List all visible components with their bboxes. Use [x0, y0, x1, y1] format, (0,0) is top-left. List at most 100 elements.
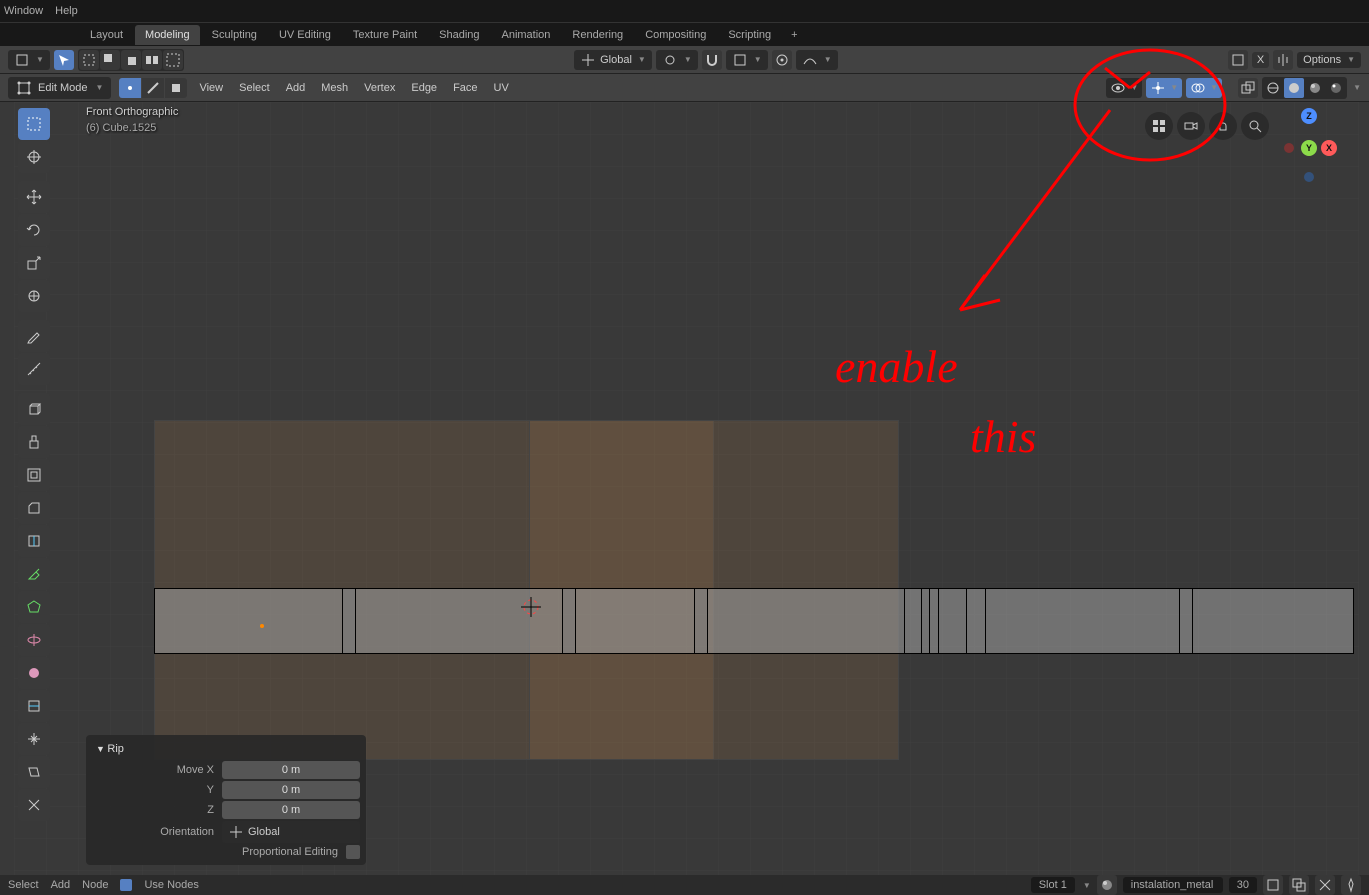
- menu-uv[interactable]: UV: [490, 80, 513, 96]
- menu-add[interactable]: Add: [282, 80, 310, 96]
- cursor-tool[interactable]: [18, 141, 50, 173]
- wireframe-shading[interactable]: [1263, 78, 1283, 98]
- material-name-field[interactable]: instalation_metal: [1123, 877, 1223, 893]
- operator-title[interactable]: Rip: [92, 739, 360, 759]
- operator-panel-rip[interactable]: Rip Move X0 m Y0 m Z0 m OrientationGloba…: [86, 735, 366, 865]
- menu-help[interactable]: Help: [55, 5, 78, 17]
- edge-select-mode[interactable]: [142, 78, 164, 98]
- tab-scripting[interactable]: Scripting: [718, 25, 781, 45]
- show-gizmo-toggle[interactable]: ▼: [1146, 78, 1182, 98]
- nav-gizmo[interactable]: Z Y X: [1279, 108, 1339, 178]
- mirror-icon[interactable]: [1273, 50, 1293, 70]
- menu-view[interactable]: View: [195, 80, 227, 96]
- axis-neg-z[interactable]: [1304, 172, 1314, 182]
- solid-shading[interactable]: [1284, 78, 1304, 98]
- knife-tool[interactable]: [18, 558, 50, 590]
- axis-z[interactable]: Z: [1301, 108, 1317, 124]
- tab-texture-paint[interactable]: Texture Paint: [343, 25, 427, 45]
- tab-animation[interactable]: Animation: [492, 25, 561, 45]
- rotate-tool[interactable]: [18, 214, 50, 246]
- frame-field[interactable]: 30: [1229, 877, 1257, 893]
- menu-mesh[interactable]: Mesh: [317, 80, 352, 96]
- select-invert-icon[interactable]: [142, 50, 162, 70]
- move-y-field[interactable]: 0 m: [222, 781, 360, 799]
- cursor-tool-icon[interactable]: [54, 50, 74, 70]
- show-overlays-toggle[interactable]: ▼: [1186, 78, 1222, 98]
- snap-toggle[interactable]: [702, 50, 722, 70]
- new-material-icon[interactable]: [1263, 875, 1283, 895]
- use-nodes-checkbox[interactable]: [120, 879, 132, 891]
- transform-tool[interactable]: [18, 280, 50, 312]
- extrude-tool[interactable]: [18, 426, 50, 458]
- status-select[interactable]: Select: [8, 879, 39, 891]
- scale-tool[interactable]: [18, 247, 50, 279]
- proportional-falloff-select[interactable]: ▼: [796, 50, 838, 70]
- select-intersect-icon[interactable]: [121, 50, 141, 70]
- prop-edit-checkbox[interactable]: [346, 845, 360, 859]
- rip-tool[interactable]: [18, 789, 50, 821]
- pan-view-icon[interactable]: [1209, 112, 1237, 140]
- tab-uv-editing[interactable]: UV Editing: [269, 25, 341, 45]
- bevel-tool[interactable]: [18, 492, 50, 524]
- spin-tool[interactable]: [18, 624, 50, 656]
- loopcut-tool[interactable]: [18, 525, 50, 557]
- tab-shading[interactable]: Shading: [429, 25, 489, 45]
- overlay-x-badge[interactable]: X: [1252, 52, 1269, 68]
- inset-tool[interactable]: [18, 459, 50, 491]
- axis-neg-x[interactable]: [1284, 143, 1294, 153]
- measure-tool[interactable]: [18, 353, 50, 385]
- face-select-mode[interactable]: [165, 78, 187, 98]
- move-x-field[interactable]: 0 m: [222, 761, 360, 779]
- slot-select[interactable]: Slot 1: [1031, 877, 1075, 893]
- mesh-filter-icon[interactable]: [1228, 50, 1248, 70]
- menu-window[interactable]: Window: [4, 5, 43, 17]
- move-z-field[interactable]: 0 m: [222, 801, 360, 819]
- add-cube-tool[interactable]: [18, 393, 50, 425]
- edgeslide-tool[interactable]: [18, 690, 50, 722]
- move-tool[interactable]: [18, 181, 50, 213]
- toggle-quadview-icon[interactable]: [1145, 112, 1173, 140]
- vertex-select-mode[interactable]: [119, 78, 141, 98]
- copy-material-icon[interactable]: [1289, 875, 1309, 895]
- shear-tool[interactable]: [18, 756, 50, 788]
- menu-face[interactable]: Face: [449, 80, 481, 96]
- orientation-select[interactable]: Global: [222, 821, 360, 843]
- tab-sculpting[interactable]: Sculpting: [202, 25, 267, 45]
- editor-type-select[interactable]: ▼: [8, 50, 50, 70]
- interaction-mode-select[interactable]: Edit Mode▼: [8, 77, 111, 99]
- select-box-tool[interactable]: [18, 108, 50, 140]
- tab-modeling[interactable]: Modeling: [135, 25, 200, 45]
- axis-y[interactable]: Y: [1301, 140, 1317, 156]
- proportional-edit-toggle[interactable]: [772, 50, 792, 70]
- polybuild-tool[interactable]: [18, 591, 50, 623]
- menu-select[interactable]: Select: [235, 80, 274, 96]
- viewport-3d[interactable]: Front Orthographic (6) Cube.1525: [14, 102, 1359, 875]
- options-dropdown[interactable]: Options▼: [1297, 52, 1361, 68]
- shrink-tool[interactable]: [18, 723, 50, 755]
- tab-layout[interactable]: Layout: [80, 25, 133, 45]
- camera-view-icon[interactable]: [1177, 112, 1205, 140]
- tab-rendering[interactable]: Rendering: [562, 25, 633, 45]
- pin-icon[interactable]: [1341, 875, 1361, 895]
- view-object-types[interactable]: ▼: [1106, 78, 1142, 98]
- status-node[interactable]: Node: [82, 879, 108, 891]
- transform-orientation-select[interactable]: Global▼: [574, 50, 652, 70]
- smooth-tool[interactable]: [18, 657, 50, 689]
- tab-compositing[interactable]: Compositing: [635, 25, 716, 45]
- pivot-select[interactable]: ▼: [656, 50, 698, 70]
- snap-mode-select[interactable]: ▼: [726, 50, 768, 70]
- menu-edge[interactable]: Edge: [407, 80, 441, 96]
- menu-vertex[interactable]: Vertex: [360, 80, 399, 96]
- material-sphere-icon[interactable]: [1097, 875, 1117, 895]
- zoom-view-icon[interactable]: [1241, 112, 1269, 140]
- unlink-material-icon[interactable]: [1315, 875, 1335, 895]
- select-subtract-icon[interactable]: [100, 50, 120, 70]
- matprev-shading[interactable]: [1305, 78, 1325, 98]
- annotate-tool[interactable]: [18, 320, 50, 352]
- axis-x[interactable]: X: [1321, 140, 1337, 156]
- xray-toggle[interactable]: [1238, 78, 1258, 98]
- select-diff-icon[interactable]: [163, 50, 183, 70]
- status-add[interactable]: Add: [51, 879, 71, 891]
- rendered-shading[interactable]: [1326, 78, 1346, 98]
- select-extend-icon[interactable]: [79, 50, 99, 70]
